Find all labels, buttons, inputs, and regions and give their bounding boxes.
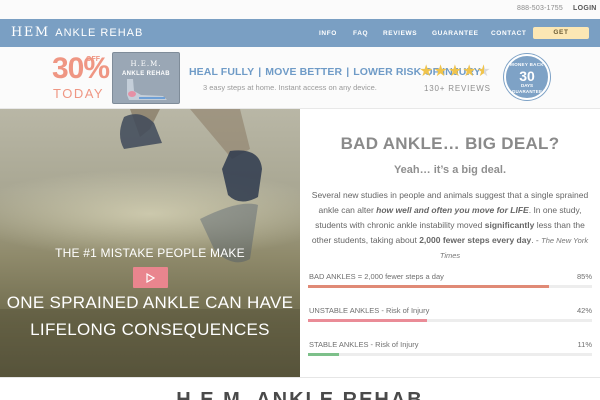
main-nav: HEM ANKLE REHAB INFO FAQ REVIEWS GUARANT… bbox=[0, 19, 600, 47]
nav-link-reviews[interactable]: REVIEWS bbox=[383, 30, 417, 37]
play-icon bbox=[146, 273, 155, 283]
tagline-separator: | bbox=[346, 66, 350, 78]
star-icon: ★ bbox=[419, 63, 434, 80]
logo-sub: ANKLE REHAB bbox=[55, 27, 144, 39]
nav-link-faq[interactable]: FAQ bbox=[353, 30, 368, 37]
play-video-button[interactable] bbox=[133, 267, 168, 288]
nav-link-info[interactable]: INFO bbox=[319, 30, 337, 37]
stat-bar-bad-ankles bbox=[308, 285, 592, 288]
discount-percent: 30% bbox=[52, 52, 110, 85]
discount-today: TODAY bbox=[53, 86, 105, 101]
hero-title-line-2: LIFELONG CONSEQUENCES bbox=[30, 320, 270, 339]
seal-days: DAYS bbox=[520, 83, 534, 88]
stat-label-stable-ankles: STABLE ANKLES - Risk of Injury bbox=[309, 340, 419, 349]
seal-number: 30 bbox=[519, 68, 535, 84]
panel-subheading: Yeah… it’s a big deal. bbox=[393, 164, 507, 176]
get-button[interactable]: GET bbox=[533, 27, 589, 39]
star-icon: ★ bbox=[447, 63, 463, 80]
phone-number-link[interactable]: 888-503-1755 bbox=[517, 5, 563, 12]
stat-label-unstable-ankles: UNSTABLE ANKLES - Risk of Injury bbox=[309, 306, 430, 315]
ankle-illustration-icon bbox=[127, 79, 167, 100]
utility-bar: 888-503-1755 LOGIN bbox=[0, 0, 600, 19]
tagline-heal: HEAL FULLY bbox=[189, 66, 255, 78]
next-section-title: H.E.M. ANKLE REHAB bbox=[176, 389, 424, 400]
panel-heading: BAD ANKLE… BIG DEAL? bbox=[340, 134, 560, 153]
half-star-icon: ★ bbox=[476, 63, 491, 80]
star-rating: ★★★★★ bbox=[419, 63, 491, 80]
nav-link-contact[interactable]: CONTACT bbox=[491, 30, 527, 37]
stat-bar-stable-ankles bbox=[308, 353, 592, 356]
stat-label-bad-ankles: BAD ANKLES = 2,000 fewer steps a day bbox=[309, 272, 444, 281]
seal-bottom-text: GUARANTEE bbox=[511, 89, 543, 94]
hero-video-section[interactable]: ONE SPRAINED ANKLE CAN HAVE LIFELONG CON… bbox=[0, 109, 300, 377]
stat-fill-stable-ankles bbox=[308, 353, 340, 356]
tagline-move: MOVE BETTER bbox=[265, 66, 343, 78]
site-logo[interactable]: HEM ANKLE REHAB bbox=[11, 25, 143, 40]
para-bold-2: 2,000 fewer steps every day bbox=[419, 235, 532, 245]
panel-paragraph: Several new studies in people and animal… bbox=[310, 188, 590, 263]
stat-pct-unstable-ankles: 42% bbox=[576, 306, 592, 315]
tagline-subtext: 3 easy steps at home. Instant access on … bbox=[203, 83, 377, 92]
hero-subtitle: THE #1 MISTAKE PEOPLE MAKE bbox=[55, 246, 245, 260]
hero-title-line-1: ONE SPRAINED ANKLE CAN HAVE bbox=[6, 293, 294, 312]
para-bold-1: significantly bbox=[484, 220, 535, 230]
star-icon: ★ bbox=[433, 63, 448, 80]
login-link[interactable]: LOGIN bbox=[573, 5, 597, 12]
money-back-guarantee-seal: MONEY BACK 30 DAYS GUARANTEE bbox=[504, 54, 550, 100]
seal-top-text: MONEY BACK bbox=[510, 62, 544, 67]
product-image[interactable]: H.E.M. ANKLE REHAB bbox=[112, 52, 180, 104]
reviews-count-link[interactable]: 130+ REVIEWS bbox=[424, 84, 491, 93]
stat-pct-stable-ankles: 11% bbox=[577, 340, 592, 349]
para-text-4: . - bbox=[531, 235, 542, 245]
stat-pct-bad-ankles: 85% bbox=[576, 272, 592, 281]
stat-bar-unstable-ankles bbox=[308, 319, 592, 322]
stat-fill-bad-ankles bbox=[308, 285, 550, 288]
star-icon: ★ bbox=[462, 63, 477, 80]
nav-link-guarantee[interactable]: GUARANTEE bbox=[432, 30, 479, 37]
discount-off: OFF bbox=[86, 56, 100, 63]
stat-fill-unstable-ankles bbox=[308, 319, 428, 322]
logo-main: HEM bbox=[11, 25, 50, 40]
para-emphasis: how well and often you move for LIFE bbox=[376, 205, 529, 215]
product-title: H.E.M. bbox=[130, 60, 162, 68]
hero-title: ONE SPRAINED ANKLE CAN HAVE LIFELONG CON… bbox=[0, 289, 300, 343]
tagline-separator: | bbox=[258, 66, 262, 78]
